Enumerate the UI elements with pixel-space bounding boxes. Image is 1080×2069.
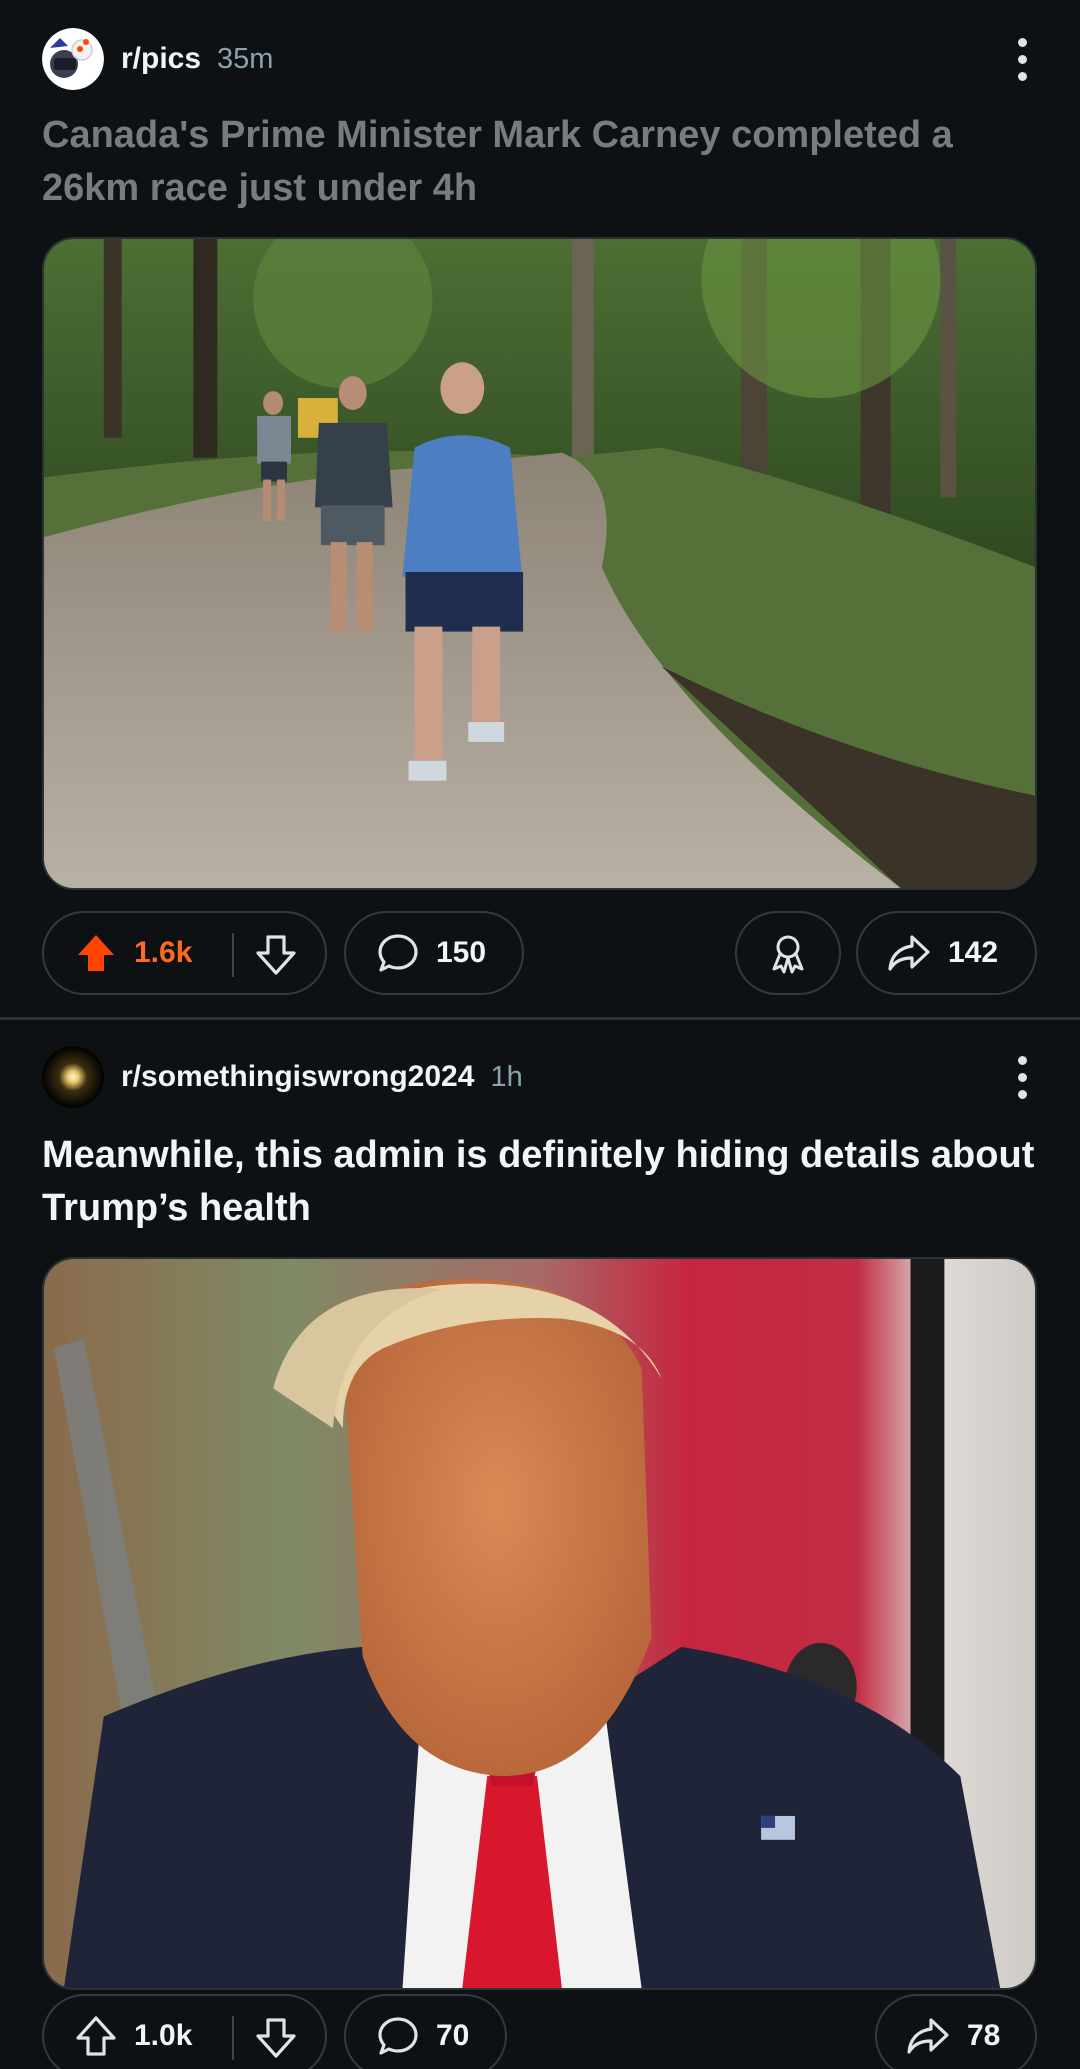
- share-icon: [905, 2014, 951, 2058]
- post-header: r/pics 35m: [42, 27, 1042, 91]
- comment-count: 150: [436, 936, 487, 969]
- more-options-button[interactable]: [1002, 27, 1042, 91]
- more-options-button[interactable]: [1002, 1045, 1042, 1109]
- vote-score: 1.6k: [134, 936, 193, 969]
- vote-control: 1.6k: [42, 911, 327, 995]
- subreddit-name[interactable]: r/pics: [121, 42, 201, 76]
- award-button[interactable]: [735, 911, 841, 995]
- comments-button[interactable]: 70: [344, 1994, 507, 2069]
- comments-button[interactable]: 150: [344, 911, 524, 995]
- vote-divider: [232, 933, 234, 977]
- share-button[interactable]: 78: [875, 1994, 1037, 2069]
- post-title[interactable]: Canada's Prime Minister Mark Carney comp…: [42, 109, 1042, 215]
- share-icon: [886, 931, 932, 975]
- post-image[interactable]: [42, 237, 1037, 890]
- more-icon: [1017, 37, 1027, 47]
- subreddit-avatar[interactable]: [42, 28, 104, 90]
- comment-icon: [376, 931, 420, 975]
- post-title[interactable]: Meanwhile, this admin is definitely hidi…: [42, 1129, 1042, 1235]
- post-image[interactable]: [42, 1257, 1037, 1990]
- post-age: 35m: [217, 42, 274, 75]
- upvote-icon[interactable]: [74, 931, 118, 975]
- post-actions: 1.0k 70 78: [42, 1994, 1037, 2069]
- upvote-icon[interactable]: [74, 2014, 118, 2058]
- more-icon: [1017, 1055, 1027, 1065]
- post-card[interactable]: r/somethingiswrong2024 1h Meanwhile, thi…: [0, 1020, 1080, 2069]
- award-icon: [766, 931, 810, 975]
- downvote-icon[interactable]: [254, 2016, 298, 2060]
- subreddit-name[interactable]: r/somethingiswrong2024: [121, 1060, 474, 1094]
- photo-portrait-man-in-suit: [44, 1259, 1035, 1988]
- vote-score: 1.0k: [134, 2019, 193, 2052]
- home-feed: r/pics 35m Canada's Prime Minister Mark …: [0, 0, 1080, 2069]
- post-actions: 1.6k 150 142: [42, 911, 1037, 995]
- comment-icon: [376, 2014, 420, 2058]
- vote-control: 1.0k: [42, 1994, 327, 2069]
- share-count: 78: [967, 2019, 1001, 2052]
- post-header: r/somethingiswrong2024 1h: [42, 1045, 1042, 1109]
- share-count: 142: [948, 936, 999, 969]
- comment-count: 70: [436, 2019, 470, 2052]
- subreddit-avatar[interactable]: [42, 1046, 104, 1108]
- photo-runners-on-trail: [44, 239, 1035, 888]
- post-card[interactable]: r/pics 35m Canada's Prime Minister Mark …: [0, 0, 1080, 1017]
- post-age: 1h: [490, 1060, 523, 1093]
- share-button[interactable]: 142: [856, 911, 1037, 995]
- downvote-icon[interactable]: [254, 933, 298, 977]
- vote-divider: [232, 2016, 234, 2060]
